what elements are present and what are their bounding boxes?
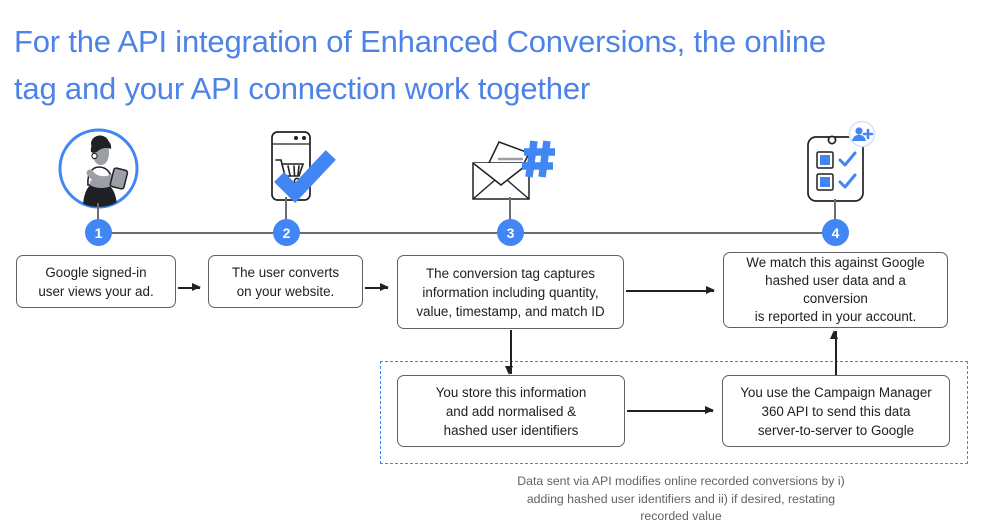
timeline-step-3[interactable]: 3 bbox=[497, 219, 524, 246]
timeline-step-1[interactable]: 1 bbox=[85, 219, 112, 246]
flow-box-step4[interactable]: We match this against Google hashed user… bbox=[723, 252, 948, 328]
envelope-hash-icon bbox=[465, 133, 557, 210]
arrow-step2-to-step3 bbox=[365, 284, 389, 290]
timeline-stem-3 bbox=[509, 197, 511, 221]
footer-caption: Data sent via API modifies online record… bbox=[517, 474, 845, 523]
arrow-step3-to-step5 bbox=[506, 330, 513, 375]
timeline-axis bbox=[98, 232, 835, 234]
timeline-stem-4 bbox=[834, 199, 836, 221]
timeline-step-4[interactable]: 4 bbox=[822, 219, 849, 246]
diagram-canvas: For the API integration of Enhanced Conv… bbox=[0, 0, 988, 531]
clipboard-checklist-user-icon bbox=[799, 119, 881, 220]
person-with-tablet-icon-svg bbox=[58, 128, 139, 209]
envelope-hash-icon-svg bbox=[472, 140, 555, 200]
flow-box-step6[interactable]: You use the Campaign Manager 360 API to … bbox=[722, 375, 950, 447]
flow-box-step1[interactable]: Google signed-in user views your ad. bbox=[16, 255, 176, 308]
mobile-cart-check-icon bbox=[258, 128, 338, 213]
flow-box-step2[interactable]: The user converts on your website. bbox=[208, 255, 363, 308]
arrow-step1-to-step2 bbox=[178, 284, 201, 290]
arrow-step6-to-step4 bbox=[831, 330, 838, 375]
arrow-step3-to-step4 bbox=[626, 287, 715, 293]
clipboard-checklist-user-icon-svg bbox=[807, 120, 876, 202]
timeline-step-2[interactable]: 2 bbox=[273, 219, 300, 246]
flow-box-step5[interactable]: You store this information and add norma… bbox=[397, 375, 625, 447]
arrow-step5-to-step6 bbox=[627, 407, 714, 413]
page-title: For the API integration of Enhanced Conv… bbox=[14, 24, 826, 106]
flow-box-step3[interactable]: The conversion tag captures information … bbox=[397, 255, 624, 329]
person-with-tablet-icon bbox=[57, 127, 140, 215]
mobile-cart-check-icon-svg bbox=[271, 131, 336, 204]
timeline-stem-2 bbox=[285, 197, 287, 221]
